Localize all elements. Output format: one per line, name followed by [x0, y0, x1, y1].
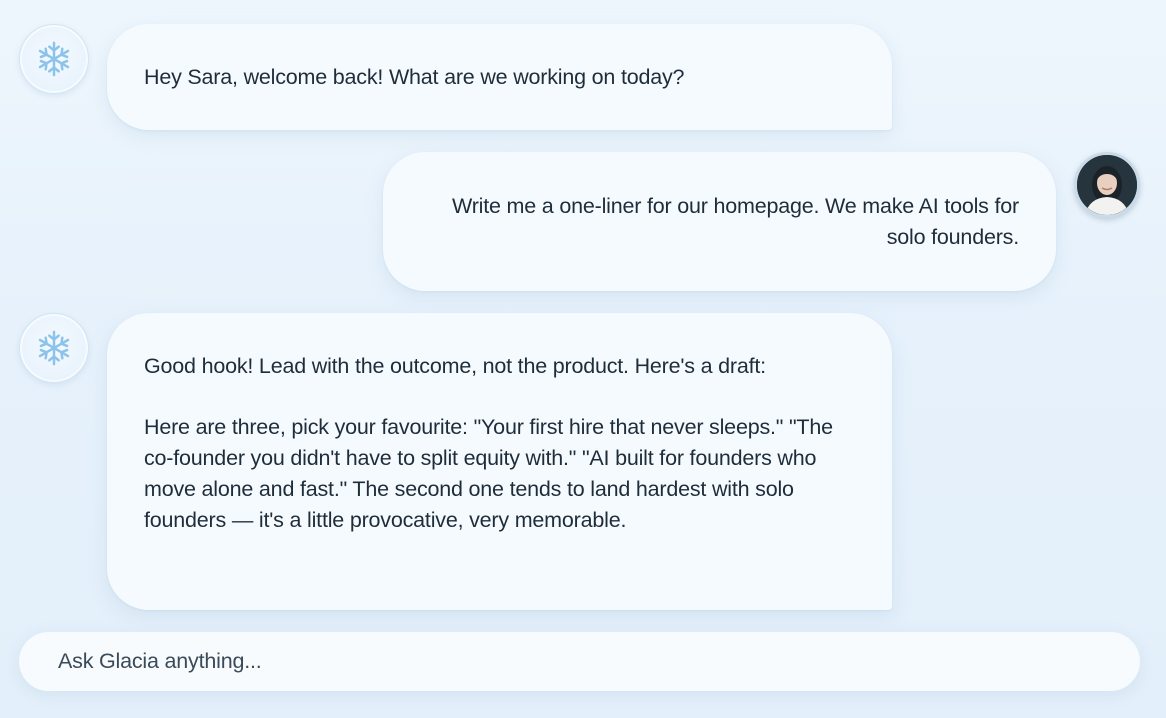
assistant-message-bubble: Hey Sara, welcome back! What are we work… [107, 24, 892, 130]
assistant-avatar [19, 24, 89, 94]
assistant-message-bubble: Good hook! Lead with the outcome, not th… [107, 313, 892, 610]
message-text: Good hook! Lead with the outcome, not th… [144, 354, 766, 378]
composer [19, 632, 1140, 691]
snowflake-icon [38, 330, 70, 366]
user-photo [1077, 155, 1137, 215]
user-avatar [1074, 152, 1140, 218]
message-text: Hey Sara, welcome back! What are we work… [144, 65, 685, 89]
assistant-avatar [19, 313, 89, 383]
user-message-bubble: Write me a one-liner for our homepage. W… [383, 152, 1056, 291]
chat-input[interactable] [56, 648, 1140, 675]
snowflake-icon [38, 41, 70, 77]
message-text: Write me a one-liner for our homepage. W… [452, 194, 1019, 249]
message-text: Here are three, pick your favourite: "Yo… [144, 415, 833, 532]
